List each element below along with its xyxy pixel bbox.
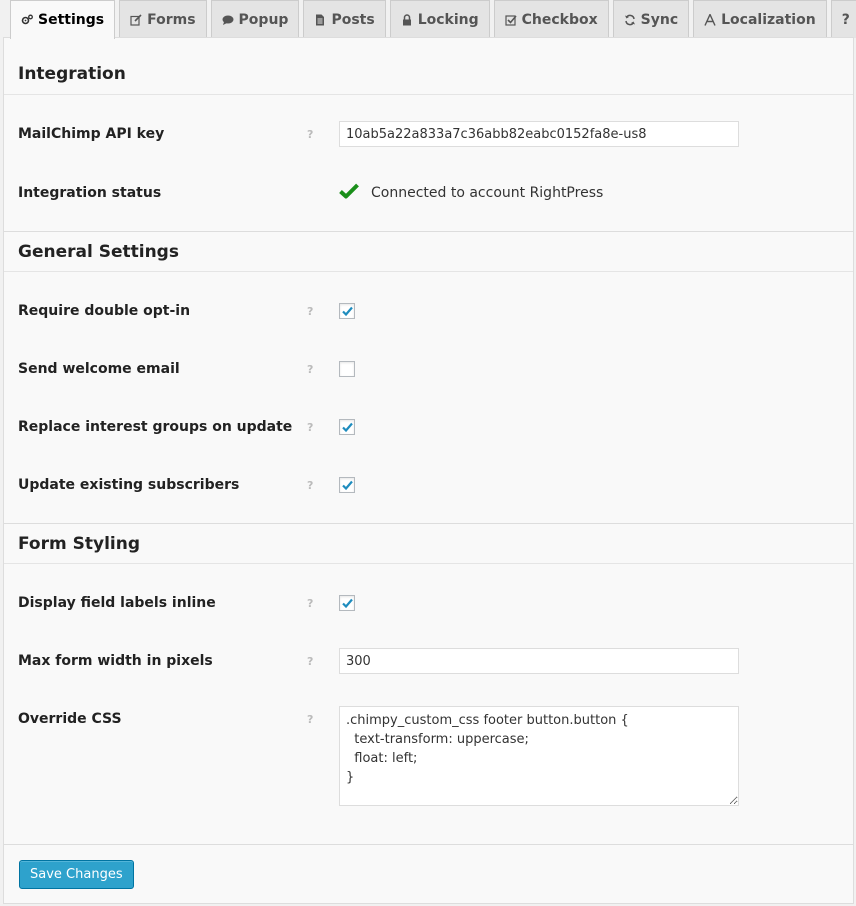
- checkmark-icon: [342, 598, 353, 609]
- integration-status: Connected to account RightPress: [339, 180, 603, 206]
- checkmark-icon: [339, 183, 359, 203]
- welcome-email-checkbox[interactable]: [339, 361, 355, 377]
- tab-label: Checkbox: [521, 11, 598, 28]
- field-label: Require double opt-in: [18, 303, 191, 319]
- tab-bar: Settings Forms Popup Posts Locking Check…: [10, 0, 856, 39]
- field-label: Integration status: [18, 185, 162, 201]
- help-icon[interactable]: ?: [307, 472, 313, 498]
- update-subscribers-checkbox[interactable]: [339, 477, 355, 493]
- status-text: Connected to account RightPress: [371, 185, 604, 201]
- checkmark-icon: [342, 306, 353, 317]
- tab-checkbox[interactable]: Checkbox: [493, 0, 609, 38]
- max-width-row: Max form width in pixels ?: [4, 648, 853, 674]
- tab-popup[interactable]: Popup: [210, 0, 300, 38]
- tab-label: Localization: [721, 11, 816, 28]
- tab-label: Sync: [640, 11, 679, 28]
- api-key-row: MailChimp API key ?: [4, 121, 853, 147]
- comment-icon: [222, 13, 234, 27]
- checkmark-icon: [342, 422, 353, 433]
- field-label: Max form width in pixels: [18, 653, 213, 669]
- gears-icon: [21, 13, 33, 27]
- api-key-input[interactable]: [339, 121, 739, 147]
- help-icon[interactable]: ?: [307, 648, 313, 674]
- field-label: Send welcome email: [18, 361, 180, 377]
- double-optin-checkbox[interactable]: [339, 303, 355, 319]
- help-icon[interactable]: ?: [307, 356, 313, 382]
- file-icon: [314, 13, 326, 27]
- replace-groups-checkbox[interactable]: [339, 419, 355, 435]
- update-subscribers-row: Update existing subscribers ?: [4, 472, 853, 498]
- integration-status-row: Integration status Connected to account …: [4, 180, 853, 206]
- help-icon[interactable]: ?: [307, 590, 313, 616]
- help-icon[interactable]: ?: [307, 414, 313, 440]
- tab-locking[interactable]: Locking: [389, 0, 490, 38]
- max-width-input[interactable]: [339, 648, 739, 674]
- field-label: Display field labels inline: [18, 595, 216, 611]
- section-title-integration: Integration: [4, 54, 853, 95]
- field-label: Override CSS: [18, 711, 122, 727]
- override-css-textarea[interactable]: .chimpy_custom_css footer button.button …: [339, 706, 739, 806]
- lock-icon: [401, 13, 413, 27]
- inline-labels-row: Display field labels inline ?: [4, 590, 853, 616]
- inline-labels-checkbox[interactable]: [339, 595, 355, 611]
- tab-sync[interactable]: Sync: [612, 0, 690, 38]
- section-title-styling: Form Styling: [4, 523, 853, 564]
- check-square-icon: [505, 13, 517, 27]
- settings-panel: Integration MailChimp API key ? Integrat…: [3, 37, 854, 904]
- tab-label: Posts: [331, 11, 375, 28]
- field-label: Update existing subscribers: [18, 477, 240, 493]
- save-changes-button[interactable]: Save Changes: [19, 860, 134, 889]
- override-css-row: Override CSS ? .chimpy_custom_css footer…: [4, 706, 853, 806]
- refresh-icon: [624, 13, 636, 27]
- field-label: Replace interest groups on update: [18, 419, 293, 435]
- divider: [4, 844, 853, 845]
- help-icon[interactable]: ?: [307, 706, 313, 732]
- double-optin-row: Require double opt-in ?: [4, 298, 853, 324]
- tab-help[interactable]: ?: [830, 0, 856, 38]
- edit-icon: [130, 13, 142, 27]
- replace-groups-row: Replace interest groups on update ?: [4, 414, 853, 440]
- field-label: MailChimp API key: [18, 126, 165, 142]
- tab-posts[interactable]: Posts: [303, 0, 386, 38]
- welcome-email-row: Send welcome email ?: [4, 356, 853, 382]
- tab-localization[interactable]: Localization: [693, 0, 827, 38]
- tab-label: ?: [841, 11, 850, 28]
- tab-settings[interactable]: Settings: [10, 0, 116, 39]
- tab-label: Forms: [147, 11, 196, 28]
- font-icon: [704, 13, 716, 27]
- section-title-general: General Settings: [4, 231, 853, 272]
- help-icon[interactable]: ?: [307, 298, 313, 324]
- tab-label: Popup: [238, 11, 289, 28]
- checkmark-icon: [342, 480, 353, 491]
- tab-label: Locking: [417, 11, 479, 28]
- tab-label: Settings: [38, 12, 105, 28]
- help-icon[interactable]: ?: [307, 121, 313, 147]
- tab-forms[interactable]: Forms: [119, 0, 207, 38]
